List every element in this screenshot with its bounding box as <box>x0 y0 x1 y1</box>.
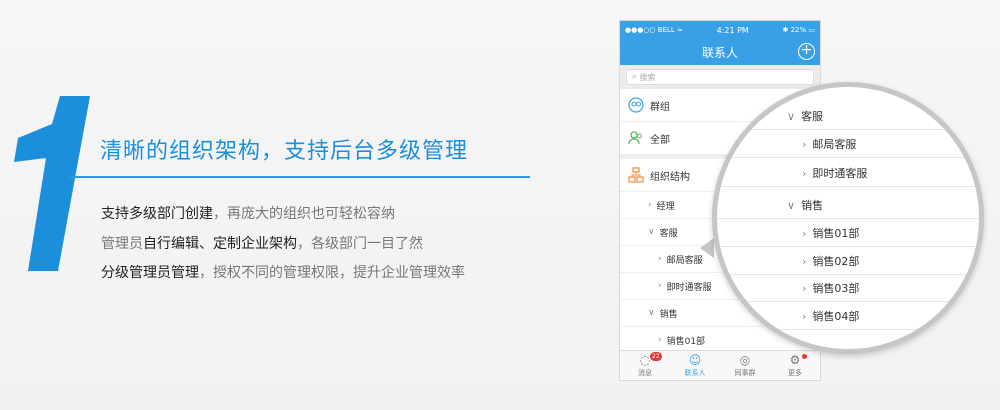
chevron-down-icon: ∨ <box>787 198 796 212</box>
tab-more[interactable]: ⚙ 更多 <box>770 351 820 380</box>
chevron-right-icon: › <box>658 281 662 291</box>
status-bar: ●●●○○ BELL ≈ 4:21 PM ✱ 22% ▭ <box>620 21 820 39</box>
search-icon: ⌕ <box>632 72 637 81</box>
battery-status: ✱ 22% ▭ <box>782 26 816 34</box>
nav-bar: 联系人 + <box>620 39 820 65</box>
magnifier-lens: ∨ 客服 › 邮局客服 › 即时通客服 ∨ 销售 › 销售01部 › 销售02部… <box>712 82 984 354</box>
chevron-right-icon: › <box>802 254 807 268</box>
chevron-right-icon: › <box>658 254 662 264</box>
chevron-down-icon: ∨ <box>648 227 655 237</box>
search-input[interactable]: ⌕ 搜索 <box>626 69 814 85</box>
chevron-right-icon: › <box>802 309 807 323</box>
screen-title: 联系人 <box>701 45 738 60</box>
notification-dot <box>802 354 807 359</box>
chevron-right-icon: › <box>802 226 807 240</box>
lens-item-sales-01: › 销售01部 <box>717 220 979 247</box>
chevron-right-icon: › <box>802 281 807 295</box>
tab-colleague-groups[interactable]: ◎ 同事群 <box>720 351 770 380</box>
headline: 清晰的组织架构，支持后台多级管理 <box>100 139 469 164</box>
magnifier-pointer <box>700 238 714 258</box>
tab-bar: ◌ 22 消息 ☺ 联系人 ◎ 同事群 ⚙ 更多 <box>620 350 820 380</box>
tab-contacts[interactable]: ☺ 联系人 <box>670 351 720 380</box>
tab-messages[interactable]: ◌ 22 消息 <box>620 351 670 380</box>
feature-line-3: 分级管理员管理，授权不同的管理权限，提升企业管理效率 <box>101 265 465 281</box>
chat-icon: ◌ <box>639 353 651 367</box>
contact-icon: ☺ <box>688 353 702 367</box>
group-icon: ◎ <box>739 353 751 367</box>
unread-badge: 22 <box>650 352 662 361</box>
chevron-right-icon: › <box>802 166 807 180</box>
groups-icon <box>628 97 644 113</box>
headline-divider <box>70 176 530 178</box>
feature-line-2: 管理员自行编辑、定制企业架构，各级部门一目了然 <box>101 236 423 252</box>
chevron-right-icon: › <box>802 137 807 151</box>
carrier-signal: ●●●○○ BELL ≈ <box>625 26 683 34</box>
lens-item-im-cs: › 即时通客服 <box>717 160 979 187</box>
gear-icon: ⚙ <box>789 353 801 367</box>
big-number-one-graphic <box>14 96 90 271</box>
chevron-down-icon: ∨ <box>787 109 796 123</box>
status-time: 4:21 PM <box>716 25 749 35</box>
chevron-right-icon: › <box>648 200 652 210</box>
lens-item-customer-service: ∨ 客服 <box>717 103 979 130</box>
search-bar: ⌕ 搜索 <box>620 65 820 89</box>
lens-item-sales-03: › 销售03部 <box>717 275 979 302</box>
chevron-down-icon: ∨ <box>648 308 655 318</box>
chevron-right-icon: › <box>658 335 662 345</box>
feature-line-1: 支持多级部门创建，再庞大的组织也可轻松容纳 <box>101 206 395 222</box>
lens-item-sales-04: › 销售04部 <box>717 303 979 330</box>
plus-circle-icon[interactable]: + <box>798 43 815 60</box>
org-chart-icon <box>628 167 644 183</box>
all-contacts-icon <box>628 131 642 145</box>
lens-item-sales-02: › 销售02部 <box>717 248 979 275</box>
lens-item-mail-cs: › 邮局客服 <box>717 131 979 158</box>
lens-item-sales: ∨ 销售 <box>717 192 979 219</box>
